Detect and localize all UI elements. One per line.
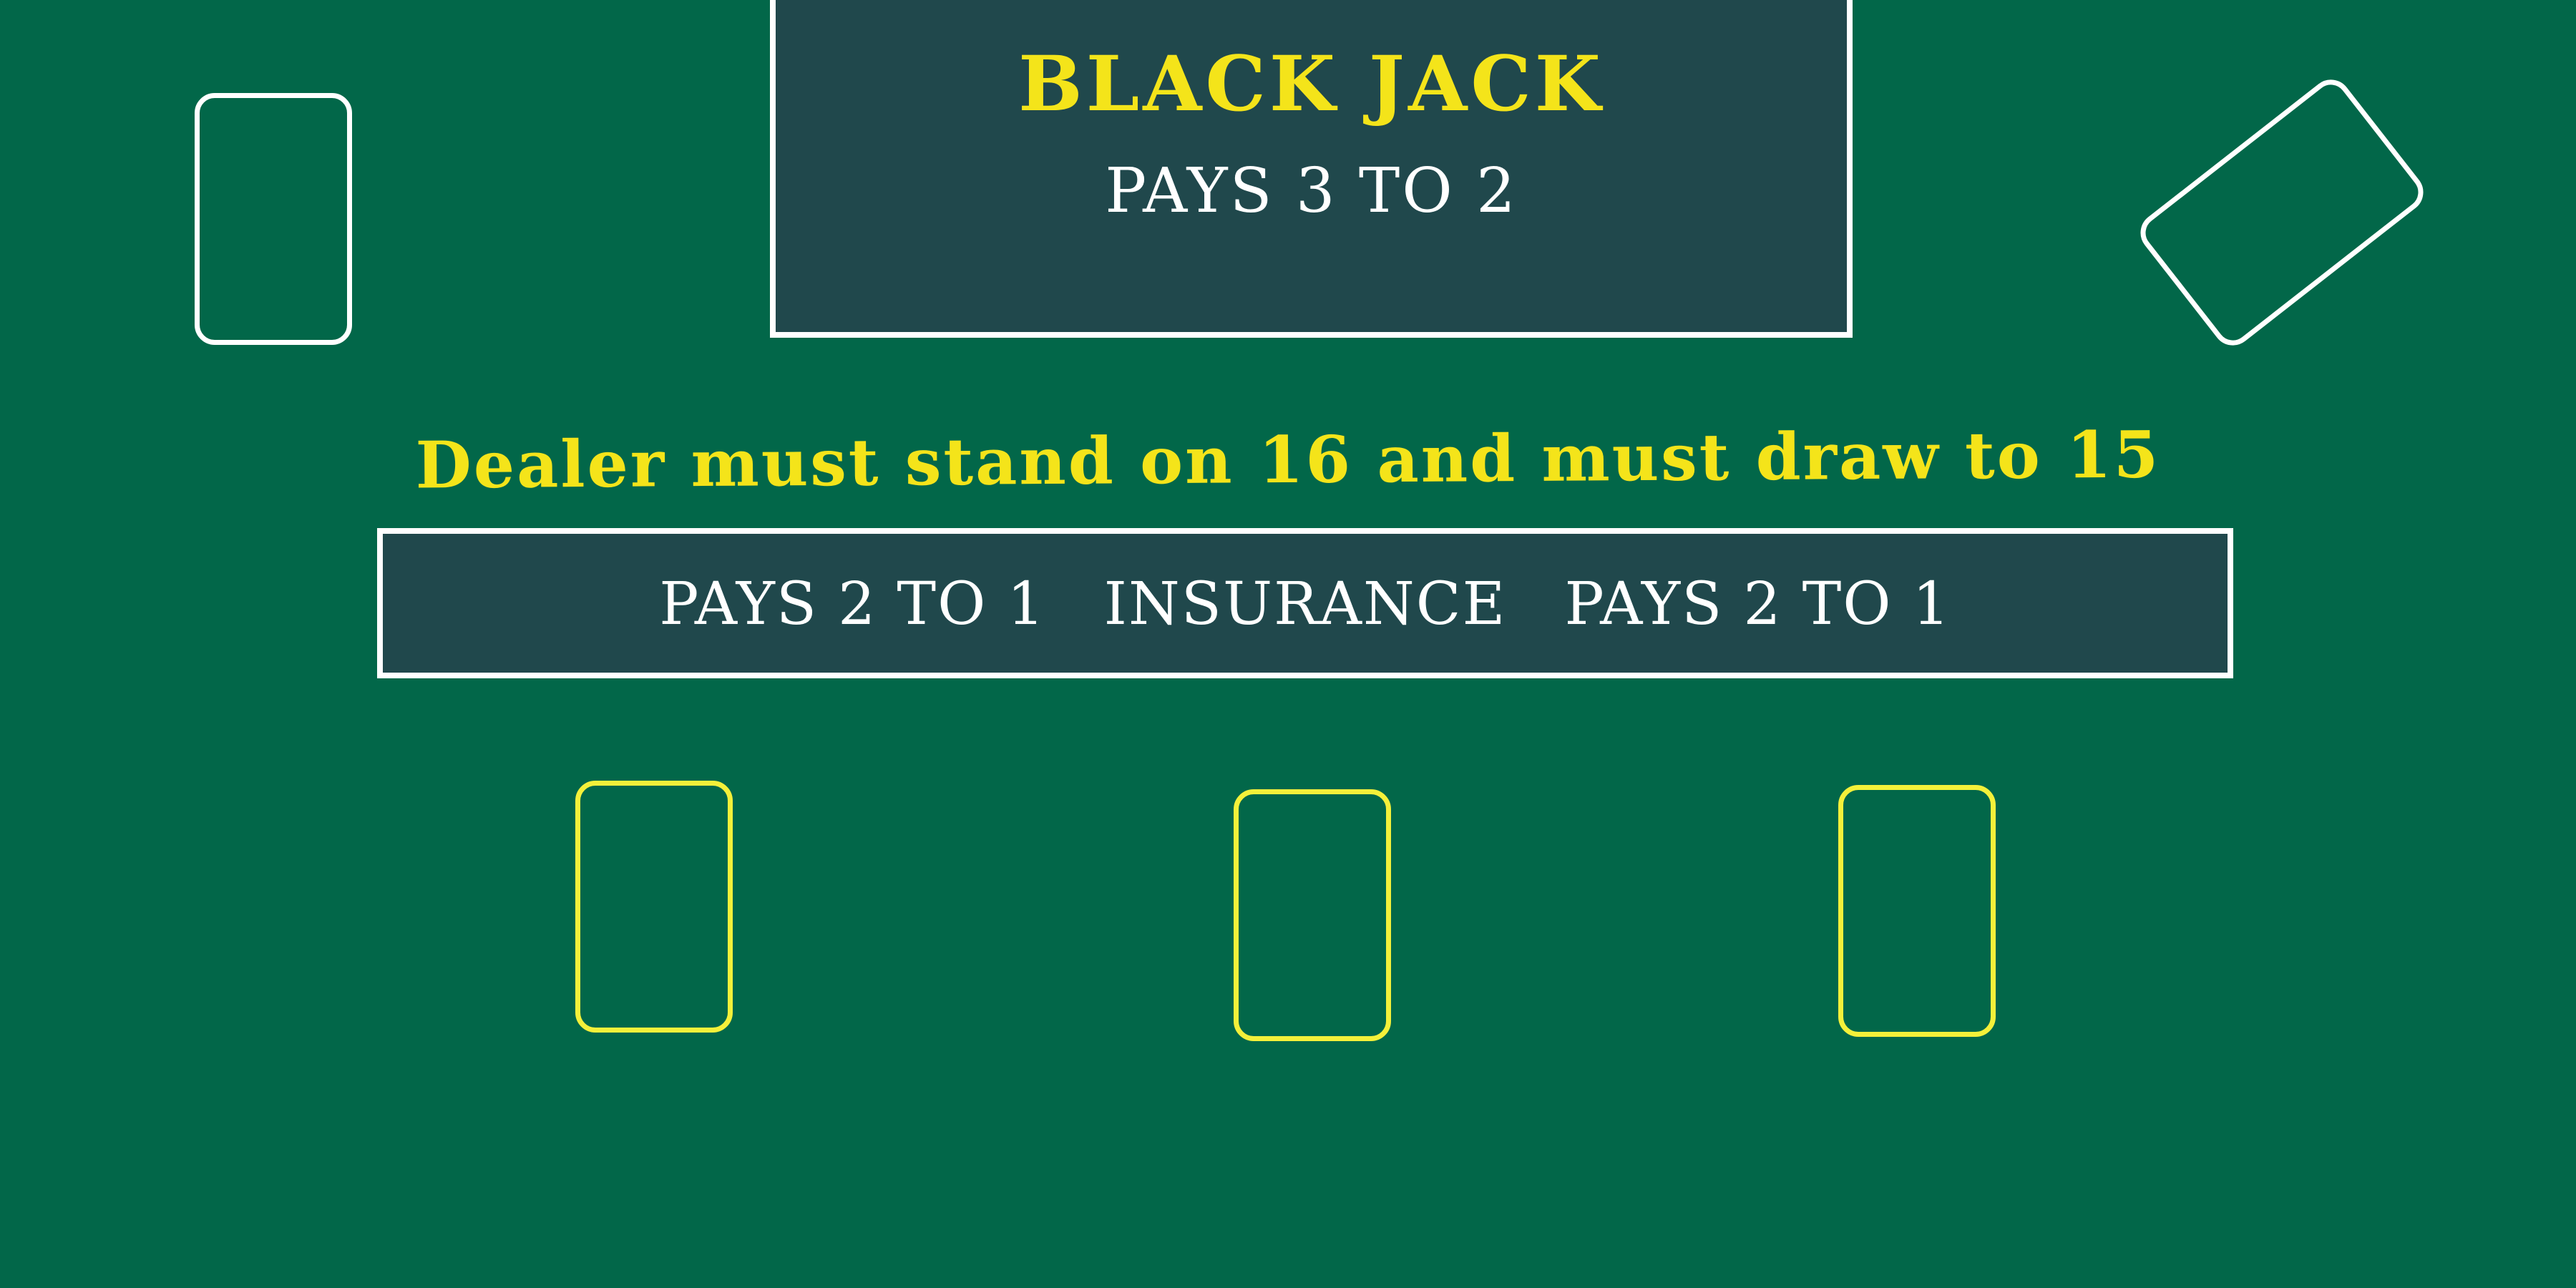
insurance-label: INSURANCE — [1103, 570, 1507, 638]
title-panel: BLACK JACK PAYS 3 TO 2 — [770, 0, 1853, 338]
insurance-bar[interactable]: PAYS 2 TO 1 INSURANCE PAYS 2 TO 1 — [377, 528, 2233, 678]
dealer-rule-text: Dealer must stand on 16 and must draw to… — [415, 416, 2161, 504]
insurance-row: PAYS 2 TO 1 INSURANCE PAYS 2 TO 1 — [383, 575, 2228, 634]
player-bet-spot-right[interactable] — [1838, 785, 1996, 1037]
card-shoe-spot[interactable] — [195, 93, 352, 345]
insurance-payout-right: PAYS 2 TO 1 — [1564, 570, 1951, 638]
insurance-payout-left: PAYS 2 TO 1 — [659, 570, 1046, 638]
blackjack-payout: PAYS 3 TO 2 — [1105, 155, 1518, 227]
game-title: BLACK JACK — [1018, 39, 1604, 128]
player-bet-spot-center[interactable] — [1234, 789, 1391, 1041]
player-bet-spot-left[interactable] — [575, 781, 733, 1033]
discard-tray-spot[interactable] — [2132, 72, 2431, 353]
